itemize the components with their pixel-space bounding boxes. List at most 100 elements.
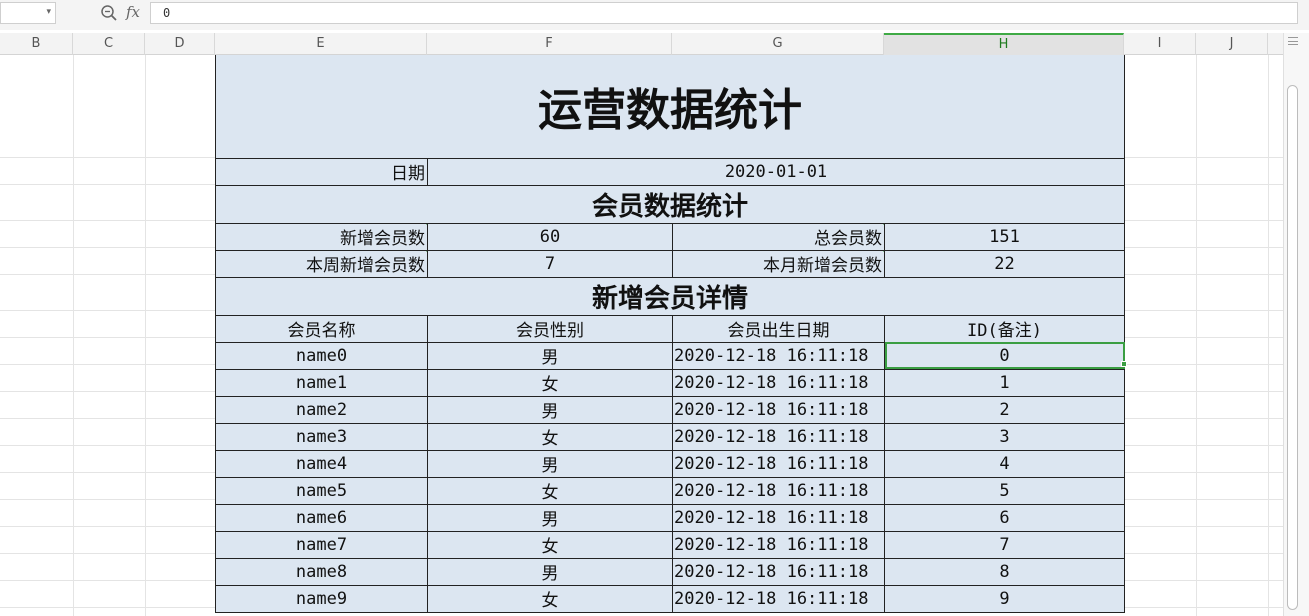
grid-line xyxy=(1124,337,1283,338)
header-id-note[interactable]: ID(备注) xyxy=(884,314,1125,343)
member-id-cell[interactable]: 4 xyxy=(884,449,1125,478)
grid-line xyxy=(1124,310,1283,311)
total-members-label[interactable]: 总会员数 xyxy=(672,222,885,251)
member-name-cell[interactable]: name8 xyxy=(215,557,428,586)
column-header-g[interactable]: G xyxy=(672,33,884,55)
member-id-cell[interactable]: 6 xyxy=(884,503,1125,532)
new-members-value[interactable]: 60 xyxy=(427,222,673,251)
fill-handle[interactable] xyxy=(1121,361,1127,367)
member-name-cell[interactable]: name1 xyxy=(215,368,428,397)
zoom-icon[interactable] xyxy=(100,4,118,22)
grid-line xyxy=(1124,499,1283,500)
grid-line xyxy=(0,247,215,248)
member-name-cell[interactable]: name7 xyxy=(215,530,428,559)
grid-line xyxy=(1124,391,1283,392)
member-birthdate-cell[interactable]: 2020-12-18 16:11:18 xyxy=(672,368,885,397)
member-name-cell[interactable]: name2 xyxy=(215,395,428,424)
member-gender-cell[interactable]: 男 xyxy=(427,341,673,370)
grid-line xyxy=(0,391,215,392)
member-section-row: 会员数据统计 xyxy=(215,184,1125,224)
grid-line xyxy=(1124,220,1283,221)
table-row: name9 女 2020-12-18 16:11:18 9 xyxy=(215,584,1125,613)
date-label[interactable]: 日期 xyxy=(215,157,428,186)
member-birthdate-cell[interactable]: 2020-12-18 16:11:18 xyxy=(672,503,885,532)
member-name-cell[interactable]: name9 xyxy=(215,584,428,613)
column-header-i[interactable]: I xyxy=(1124,33,1196,55)
sheet-title[interactable]: 运营数据统计 xyxy=(215,55,1125,159)
member-id-cell-selected[interactable]: 0 xyxy=(884,341,1125,370)
member-section-title[interactable]: 会员数据统计 xyxy=(215,184,1125,224)
member-name-cell[interactable]: name5 xyxy=(215,476,428,505)
member-gender-cell[interactable]: 男 xyxy=(427,503,673,532)
member-gender-cell[interactable]: 女 xyxy=(427,476,673,505)
member-name-cell[interactable]: name3 xyxy=(215,422,428,451)
member-gender-cell[interactable]: 男 xyxy=(427,557,673,586)
date-value[interactable]: 2020-01-01 xyxy=(427,157,1125,186)
fx-icon[interactable]: fx xyxy=(126,3,140,21)
grid-line xyxy=(0,364,215,365)
new-members-label[interactable]: 新增会员数 xyxy=(215,222,428,251)
grid-line xyxy=(1124,274,1283,275)
date-row: 日期 2020-01-01 xyxy=(215,157,1125,186)
member-gender-cell[interactable]: 女 xyxy=(427,530,673,559)
column-header-h[interactable]: H xyxy=(884,33,1124,55)
member-gender-cell[interactable]: 女 xyxy=(427,584,673,613)
member-id-cell[interactable]: 8 xyxy=(884,557,1125,586)
header-member-name[interactable]: 会员名称 xyxy=(215,314,428,343)
grid-line xyxy=(0,157,215,158)
grid-line xyxy=(0,418,215,419)
column-header-e[interactable]: E xyxy=(215,33,427,55)
member-gender-cell[interactable]: 男 xyxy=(427,449,673,478)
member-name-cell[interactable]: name6 xyxy=(215,503,428,532)
detail-section-title[interactable]: 新增会员详情 xyxy=(215,276,1125,316)
grid-line xyxy=(1124,607,1283,608)
month-new-value[interactable]: 22 xyxy=(884,249,1125,278)
scrollbar-thumb[interactable] xyxy=(1287,85,1298,610)
header-member-birthdate[interactable]: 会员出生日期 xyxy=(672,314,885,343)
member-id-cell[interactable]: 3 xyxy=(884,422,1125,451)
member-birthdate-cell[interactable]: 2020-12-18 16:11:18 xyxy=(672,476,885,505)
grid-line xyxy=(1124,247,1283,248)
column-header-b[interactable]: B xyxy=(0,33,73,55)
column-header-d[interactable]: D xyxy=(145,33,215,55)
member-birthdate-cell[interactable]: 2020-12-18 16:11:18 xyxy=(672,395,885,424)
formula-input[interactable]: 0 xyxy=(150,2,1298,24)
total-members-value[interactable]: 151 xyxy=(884,222,1125,251)
header-member-gender[interactable]: 会员性别 xyxy=(427,314,673,343)
member-birthdate-cell[interactable]: 2020-12-18 16:11:18 xyxy=(672,557,885,586)
table-row: name7 女 2020-12-18 16:11:18 7 xyxy=(215,530,1125,559)
grid-line xyxy=(73,55,74,616)
table-row: name4 男 2020-12-18 16:11:18 4 xyxy=(215,449,1125,478)
column-header-c[interactable]: C xyxy=(73,33,145,55)
month-new-label[interactable]: 本月新增会员数 xyxy=(672,249,885,278)
member-birthdate-cell[interactable]: 2020-12-18 16:11:18 xyxy=(672,530,885,559)
table-row: name1 女 2020-12-18 16:11:18 1 xyxy=(215,368,1125,397)
member-name-cell[interactable]: name4 xyxy=(215,449,428,478)
member-gender-cell[interactable]: 女 xyxy=(427,422,673,451)
member-id-cell[interactable]: 1 xyxy=(884,368,1125,397)
member-id-cell[interactable]: 7 xyxy=(884,530,1125,559)
grid-line xyxy=(0,553,215,554)
member-id-cell[interactable]: 2 xyxy=(884,395,1125,424)
split-handle-icon[interactable] xyxy=(1288,37,1298,45)
member-gender-cell[interactable]: 男 xyxy=(427,395,673,424)
member-birthdate-cell[interactable]: 2020-12-18 16:11:18 xyxy=(672,449,885,478)
name-box[interactable]: ▾ xyxy=(0,2,56,24)
member-birthdate-cell[interactable]: 2020-12-18 16:11:18 xyxy=(672,341,885,370)
column-header-f[interactable]: F xyxy=(427,33,672,55)
member-birthdate-cell[interactable]: 2020-12-18 16:11:18 xyxy=(672,584,885,613)
member-birthdate-cell[interactable]: 2020-12-18 16:11:18 xyxy=(672,422,885,451)
member-id-cell[interactable]: 9 xyxy=(884,584,1125,613)
member-name-cell[interactable]: name0 xyxy=(215,341,428,370)
member-gender-cell[interactable]: 女 xyxy=(427,368,673,397)
table-row: name5 女 2020-12-18 16:11:18 5 xyxy=(215,476,1125,505)
week-new-value[interactable]: 7 xyxy=(427,249,673,278)
column-header-j[interactable]: J xyxy=(1196,33,1268,55)
week-new-label[interactable]: 本周新增会员数 xyxy=(215,249,428,278)
grid-line xyxy=(1124,157,1283,158)
grid-line xyxy=(0,499,215,500)
vertical-scrollbar[interactable] xyxy=(1283,33,1309,616)
chevron-down-icon[interactable]: ▾ xyxy=(46,7,51,17)
stats-row-2: 本周新增会员数 7 本月新增会员数 22 xyxy=(215,249,1125,278)
member-id-cell[interactable]: 5 xyxy=(884,476,1125,505)
